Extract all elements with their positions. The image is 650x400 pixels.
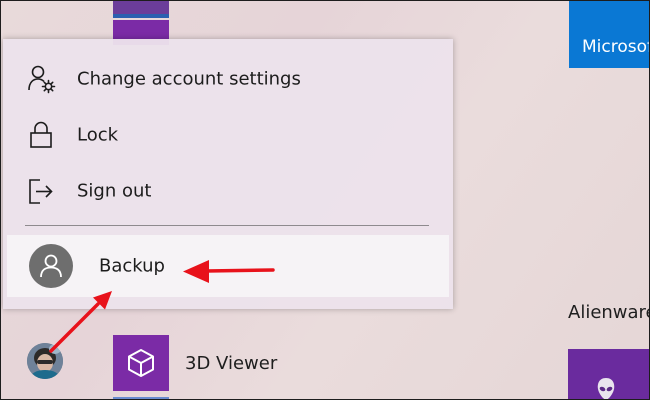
- start-menu-screenshot: Microsoft Alienware 3D Viewer: [0, 0, 650, 400]
- lock-icon: [30, 121, 52, 148]
- lock-item[interactable]: Lock: [3, 107, 453, 163]
- sign-out-label: Sign out: [77, 180, 152, 202]
- menu-divider: [25, 225, 429, 226]
- sign-out-item[interactable]: Sign out: [3, 163, 453, 219]
- sign-out-icon: [29, 179, 53, 204]
- account-backup-item[interactable]: Backup: [7, 235, 449, 297]
- cube-icon: [128, 349, 154, 377]
- user-avatar[interactable]: [27, 343, 63, 379]
- change-account-settings-label: Change account settings: [77, 68, 301, 90]
- microsoft-tile-label: Microsoft: [582, 37, 649, 57]
- user-photo: [27, 343, 63, 379]
- alienware-group-label: Alienware: [568, 302, 650, 323]
- alien-logo-icon: [597, 378, 615, 399]
- microsoft-tile[interactable]: Microsoft: [569, 1, 649, 68]
- 3d-viewer-app-label[interactable]: 3D Viewer: [185, 353, 277, 374]
- person-icon: [40, 254, 62, 278]
- account-settings-icon: [28, 65, 56, 94]
- account-avatar: [29, 244, 73, 288]
- lock-label: Lock: [77, 124, 119, 146]
- account-name-label: Backup: [99, 255, 165, 277]
- alienware-tile[interactable]: [568, 349, 649, 399]
- 3d-viewer-app-icon[interactable]: [113, 335, 169, 391]
- partial-app-tile-strip: [113, 14, 169, 18]
- change-account-settings-item[interactable]: Change account settings: [3, 51, 453, 107]
- account-menu: Change account settings Lock Sign out Ba…: [3, 39, 453, 309]
- partial-app-tile[interactable]: [113, 1, 169, 14]
